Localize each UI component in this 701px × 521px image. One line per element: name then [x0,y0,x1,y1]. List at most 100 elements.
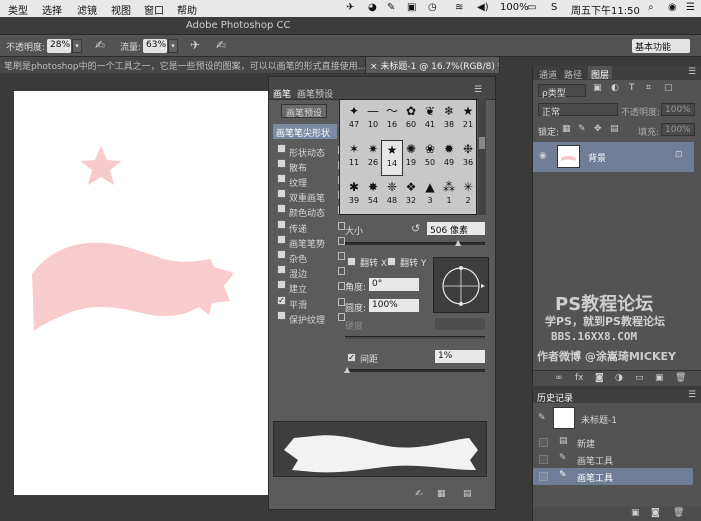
lock-icon[interactable] [338,282,345,290]
clock-menu-icon[interactable]: ◷ [428,2,437,13]
airbrush-icon[interactable]: ✈ [190,38,200,52]
tab-paths[interactable]: 路径 [564,68,582,81]
spacing-slider[interactable] [345,369,485,372]
spacing-checkbox[interactable]: ✓ [347,353,356,362]
brush-tip-preset[interactable]: ★ 21 [457,102,479,138]
flow-dropdown-icon[interactable]: ▾ [168,39,178,53]
brush-tip-grid[interactable]: ✦ 47—10 ～ 16 ✿ 60 ❦ 41 ❄ 38 ★ 21 ✶ 11 ✷ 26 ★ 14 ✺ 19 ❀ 50 ✹ 49 ❉… [339,99,477,215]
airplane-icon[interactable]: ✈ [346,2,354,13]
lock-icon[interactable] [338,313,345,321]
tab-brush-presets[interactable]: 画笔预设 [297,87,333,100]
fill-input[interactable]: 100% [661,123,695,136]
lock-icon[interactable] [338,222,345,230]
angle-roundness-widget[interactable] [433,257,489,313]
tab-channels[interactable]: 通道 [539,68,557,81]
menu-window[interactable]: 窗口 [144,2,164,17]
pressure-opacity-icon[interactable]: ✍ [95,38,105,52]
lock-position-icon[interactable]: ✥ [594,124,602,134]
wifi-icon[interactable]: ≋ [455,2,463,13]
close-icon[interactable]: × [370,62,380,72]
section-color-dynamics[interactable]: 颜色动态 [277,204,345,219]
history-item-brush-1[interactable]: ✎ 画笔工具 [533,451,693,468]
size-slider-thumb[interactable]: ▲ [455,238,461,247]
section-smoothing[interactable]: ✓ 平滑 [277,296,345,311]
menu-select[interactable]: 选择 [42,2,62,17]
app-icon[interactable]: ▣ [407,2,416,13]
doc-tab-2[interactable]: × 未标题-1 @ 16.7%(RGB/8) * [366,57,500,73]
tab-brush[interactable]: 画笔 [273,87,291,100]
brush-tip-shape-item[interactable]: 画笔笔尖形状 [273,124,337,139]
menu-type[interactable]: 类型 [8,2,28,17]
flip-y-checkbox[interactable] [387,257,396,266]
lock-icon[interactable] [338,298,345,306]
shape-dynamics-checkbox[interactable] [277,144,286,153]
transfer-checkbox[interactable] [277,220,286,229]
grid-scrollbar[interactable] [478,99,486,215]
history-item-brush-2[interactable]: ✎ 画笔工具 [533,468,693,485]
filter-shape-icon[interactable]: ⌗ [646,83,651,93]
wet-edges-checkbox[interactable] [277,265,286,274]
brush-pose-checkbox[interactable] [277,235,286,244]
filter-pixel-icon[interactable]: ▣ [593,83,602,93]
history-snapshot-row[interactable]: ✎ 未标题-1 [533,405,693,433]
siri-icon[interactable]: ◉ [668,2,677,13]
history-item-new[interactable]: ▤ 新建 [533,434,693,451]
panel-menu-icon[interactable]: ☰ [688,67,696,77]
section-protect-texture[interactable]: 保护纹理 [277,311,345,326]
grid-scroll-thumb[interactable] [479,137,485,149]
brush-tip-preset[interactable]: ✳ 2 [457,178,479,214]
panel-menu-icon[interactable]: ☰ [474,85,482,95]
protect-texture-checkbox[interactable] [277,311,286,320]
history-source-checkbox[interactable] [539,472,548,481]
size-input[interactable]: 506 像素 [427,222,485,236]
new-brush-icon[interactable]: ▤ [463,489,472,499]
spotlight-icon[interactable]: ⌕ [648,2,654,13]
section-transfer[interactable]: 传递 [277,220,345,235]
angle-input[interactable]: 0° [369,278,419,291]
layer-opacity-input[interactable]: 100% [661,103,695,116]
notification-center-icon[interactable]: ☰ [686,2,695,13]
section-shape-dynamics[interactable]: 形状动态 [277,144,345,159]
opacity-input[interactable]: 28% [47,39,71,53]
filter-smart-object-icon[interactable]: ▢ [664,83,673,93]
section-texture[interactable]: 纹理 [277,174,345,189]
section-scattering[interactable]: 散布 [277,159,345,174]
menu-filter[interactable]: 滤镜 [77,2,97,17]
toggle-brush-icon[interactable]: ✍ [415,489,423,499]
history-title[interactable]: 历史记录 [537,391,573,404]
brush-grid-icon[interactable]: ▦ [437,489,446,499]
section-dual-brush[interactable]: 双重画笔 [277,189,345,204]
trash-icon[interactable]: 🗑 [673,508,684,518]
spacing-slider-thumb[interactable]: ▲ [344,365,350,374]
evernote-icon[interactable]: ✎ [387,2,395,13]
new-document-from-state-icon[interactable]: ▣ [631,508,640,518]
menu-view[interactable]: 视图 [111,2,131,17]
flow-input[interactable]: 63% [143,39,167,53]
fx-icon[interactable]: fx [575,373,584,383]
group-icon[interactable]: ▭ [635,373,644,383]
lock-transparent-icon[interactable]: ▦ [562,124,571,134]
history-source-checkbox[interactable] [539,438,548,447]
pressure-size-icon[interactable]: ✍ [216,38,226,52]
history-brush-source-icon[interactable]: ✎ [538,413,546,423]
trash-icon[interactable]: 🗑 [675,373,686,383]
color-dynamics-checkbox[interactable] [277,204,286,213]
layer-kind-filter[interactable]: ρ类型 [538,84,586,99]
brush-presets-button[interactable]: 画笔预设 [281,104,327,119]
section-brush-pose[interactable]: 画笔笔势 [277,235,345,250]
visibility-eye-icon[interactable]: ◉ [539,151,547,161]
link-layers-icon[interactable]: ∞ [555,373,563,383]
input-source-icon[interactable]: S [551,2,557,13]
scattering-checkbox[interactable] [277,159,286,168]
add-mask-icon[interactable]: ◙ [595,373,604,383]
opacity-dropdown-icon[interactable]: ▾ [72,39,82,53]
lock-image-icon[interactable]: ✎ [578,124,586,134]
volume-icon[interactable]: ◀) [477,2,489,13]
build-up-checkbox[interactable] [277,280,286,289]
menu-clock[interactable]: 周五下午11:50 [571,2,640,17]
texture-checkbox[interactable] [277,174,286,183]
filter-adjustment-icon[interactable]: ◐ [611,83,619,93]
new-layer-icon[interactable]: ▣ [655,373,664,383]
history-source-checkbox[interactable] [539,455,548,464]
section-wet-edges[interactable]: 湿边 [277,265,345,280]
